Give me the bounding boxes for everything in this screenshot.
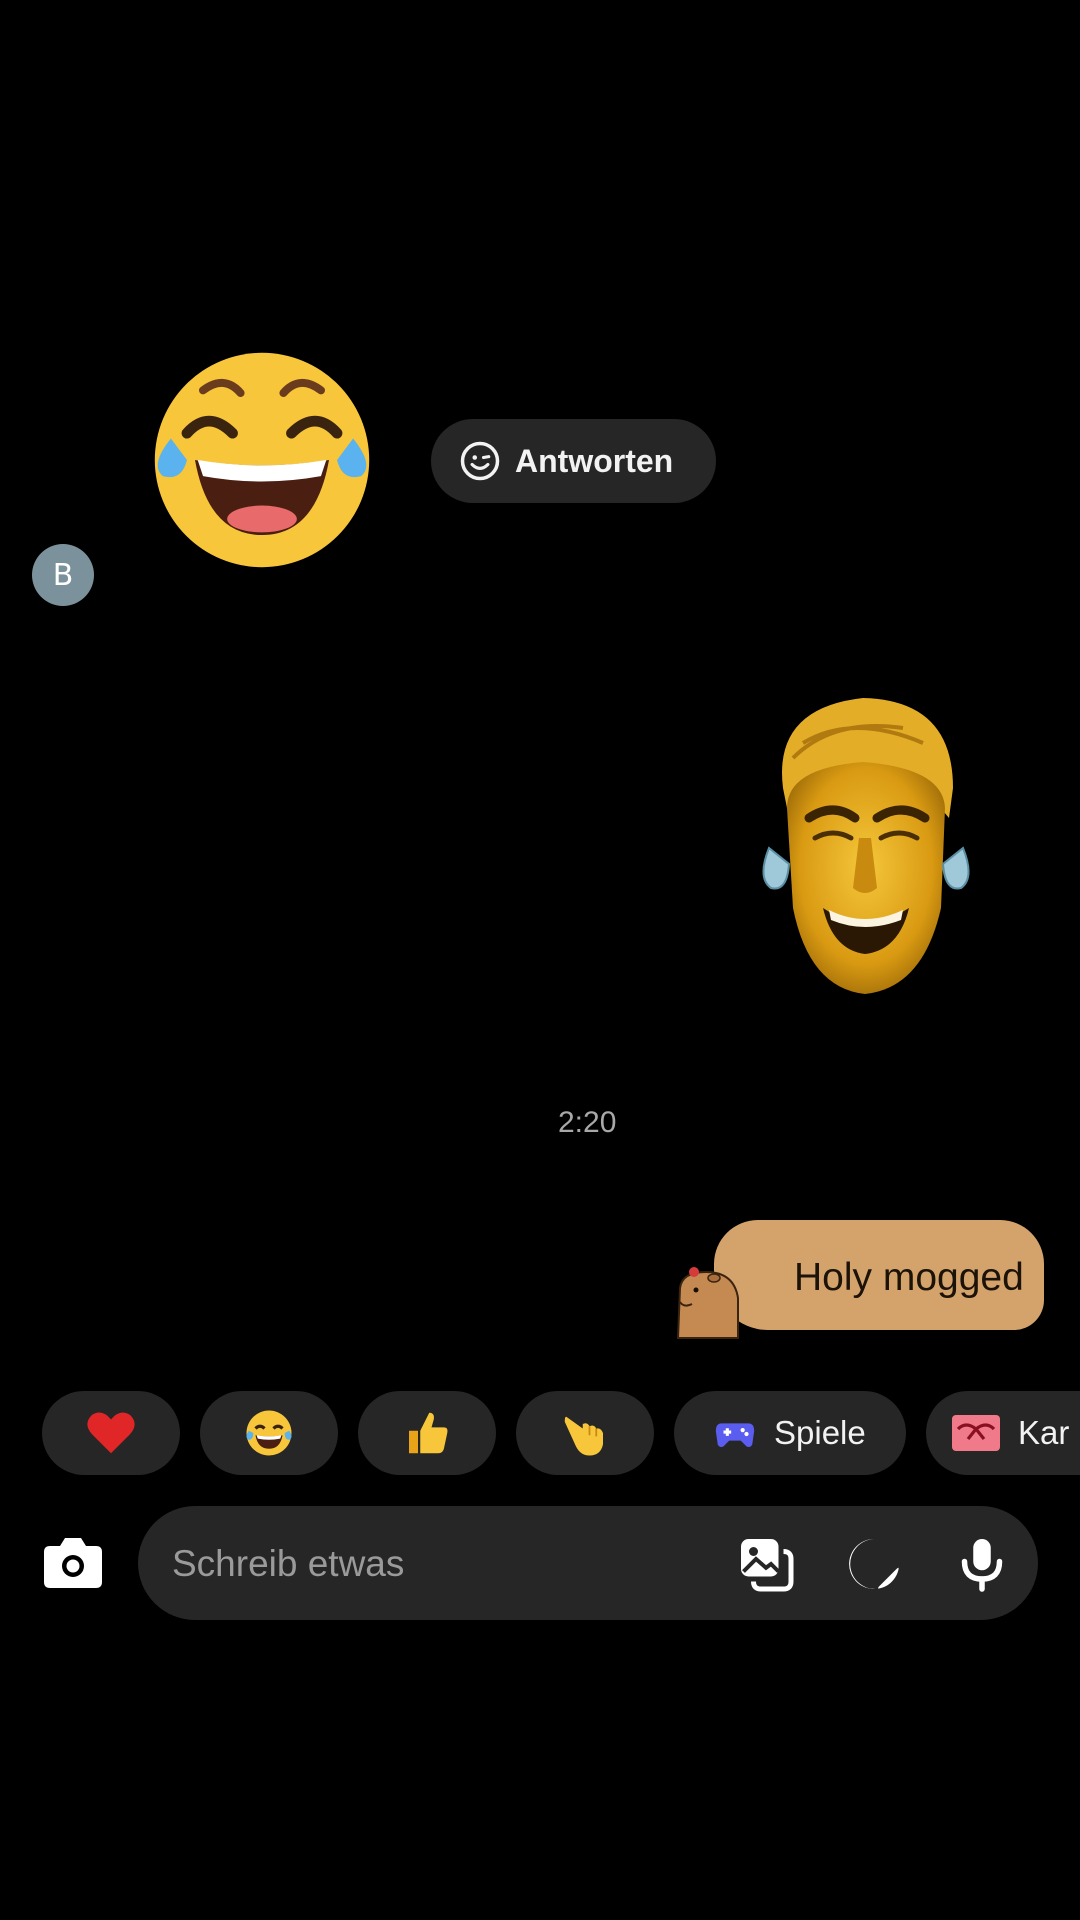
microphone-icon[interactable]: [952, 1534, 1012, 1594]
timestamp: 2:20: [558, 1106, 617, 1139]
gigachad-sticker[interactable]: [753, 688, 979, 1006]
quick-reply-thumbs-up[interactable]: [358, 1391, 496, 1475]
reply-label: Antworten: [515, 442, 674, 479]
capybara-icon: [676, 1267, 739, 1339]
reply-button[interactable]: Antworten: [431, 419, 716, 503]
emoji-reply-icon: [460, 441, 500, 481]
games-button[interactable]: Spiele: [674, 1391, 906, 1475]
sticker-icon[interactable]: [844, 1534, 904, 1594]
avatar[interactable]: B: [32, 544, 94, 606]
quick-reply-pointing-hand[interactable]: [516, 1391, 654, 1475]
quick-reply-row: Spiele Kar: [42, 1391, 1080, 1475]
pointing-hand-icon: [564, 1416, 603, 1456]
gallery-icon[interactable]: [736, 1534, 796, 1594]
camera-icon[interactable]: [42, 1534, 104, 1590]
cards-label: Kar: [1018, 1414, 1070, 1451]
games-label: Spiele: [774, 1414, 866, 1451]
message-composer: [138, 1506, 1038, 1620]
heart-icon: [87, 1412, 135, 1454]
thumbs-up-icon: [409, 1412, 448, 1454]
message-input[interactable]: [170, 1530, 714, 1598]
gamepad-icon: [715, 1423, 755, 1448]
quick-reply-laughing[interactable]: [200, 1391, 338, 1475]
message-text: Holy mogged: [794, 1256, 1024, 1299]
gift-card-icon: [952, 1415, 1000, 1451]
laughing-crying-emoji-icon: [246, 1410, 292, 1456]
quick-reply-heart[interactable]: [42, 1391, 180, 1475]
outgoing-message[interactable]: Holy mogged: [672, 1218, 1050, 1339]
cards-button[interactable]: Kar: [926, 1391, 1080, 1475]
laughing-crying-emoji[interactable]: [128, 326, 396, 594]
avatar-initial: B: [52, 557, 74, 593]
